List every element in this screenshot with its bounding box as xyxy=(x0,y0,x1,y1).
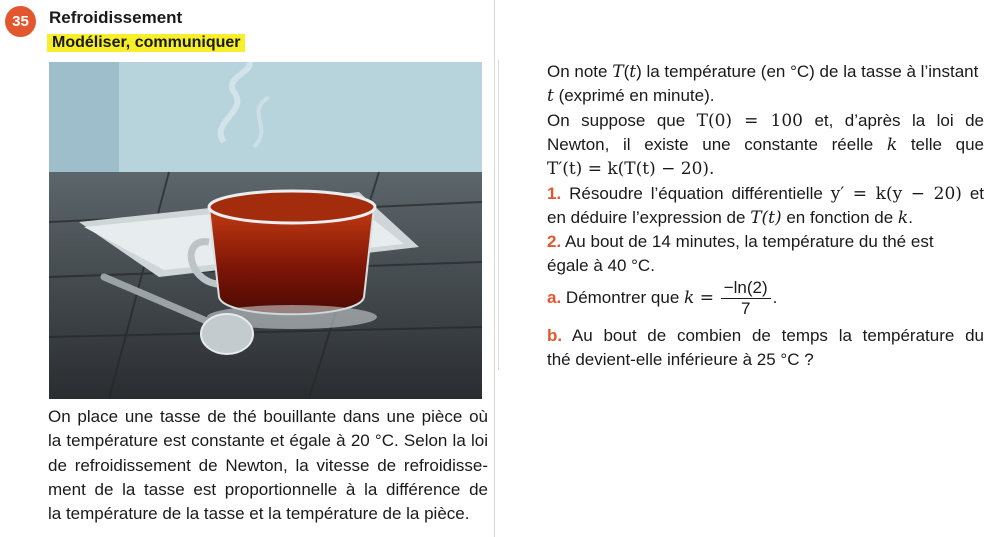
text: et xyxy=(961,184,985,203)
text: Au bout de combien de temps la températu… xyxy=(562,326,984,345)
math-k: k xyxy=(886,135,898,155)
math-fraction: −ln(2) 7 xyxy=(720,278,771,319)
exercise-introduction: On place une tasse de thé bouillante dan… xyxy=(48,405,488,526)
statement-line: T′(t) = k(T(t) − 20). xyxy=(547,159,984,179)
intro-line: la température est constante et égale à … xyxy=(48,431,488,451)
skill-highlight: Modéliser, communiquer xyxy=(47,34,246,52)
math-newton-equation: T′(t) = k(T(t) − 20). xyxy=(547,159,715,179)
intro-line: de refroidissement de Newton, la vitesse… xyxy=(48,455,488,475)
math-Tt: T(t) xyxy=(750,208,782,228)
statement-line: thé devient-elle inférieure à 25 °C ? xyxy=(547,350,984,370)
intro-line: ment de la tasse est proportionnelle à l… xyxy=(48,479,488,499)
text: en fonction de xyxy=(781,208,898,227)
text: telle que xyxy=(897,135,985,154)
intro-line: On place une tasse de thé bouillante dan… xyxy=(48,407,488,426)
question-2: 2. Au bout de 14 minutes, la température… xyxy=(547,232,984,252)
question-number: 2. xyxy=(547,232,562,251)
statement-line: On suppose que T(0) = 100 et, d’après la… xyxy=(547,111,984,131)
column-divider-right xyxy=(498,60,499,370)
statement-line: égale à 40 °C. xyxy=(547,256,984,276)
math-k: k xyxy=(897,208,909,228)
column-divider xyxy=(494,0,495,537)
exercise-number-badge: 35 xyxy=(5,6,36,37)
math-k-equals: k = xyxy=(684,287,714,308)
question-1: 1. Résoudre l’équation différentielle y′… xyxy=(547,184,984,204)
math-t: t xyxy=(547,86,554,106)
math-T: T xyxy=(612,62,624,82)
text: . xyxy=(908,208,913,227)
statement-line: en déduire l’expression de T(t) en fonct… xyxy=(547,208,984,228)
text: Résoudre l’équation différentielle xyxy=(561,184,831,203)
text: Au bout de 14 minutes, la température du… xyxy=(561,232,934,251)
question-2a: a. Démontrer que k = −ln(2) 7. xyxy=(547,278,984,319)
text: Newton, il existe une constante réelle xyxy=(547,135,887,154)
text: et, d’après la loi de xyxy=(803,111,985,130)
intro-line: la température de la tasse et la tempéra… xyxy=(48,504,470,524)
question-number: 1. xyxy=(547,184,562,203)
text: On suppose que xyxy=(547,111,697,130)
question-2b: b. Au bout de combien de temps la tempér… xyxy=(547,326,984,346)
text: égale à 40 °C. xyxy=(547,256,655,275)
fraction-denominator: 7 xyxy=(740,299,751,318)
question-number: b. xyxy=(547,326,563,345)
statement-line: t (exprimé en minute). xyxy=(547,86,984,106)
text: (exprimé en minute). xyxy=(553,86,715,105)
text: Démontrer que xyxy=(561,287,685,307)
text: en déduire l’expression de xyxy=(547,208,751,227)
text: . xyxy=(772,287,778,307)
math-t: t xyxy=(629,62,637,82)
math-initial-condition: T(0) = 100 xyxy=(696,111,803,131)
statement-line: On note T(t) la température (en °C) de l… xyxy=(547,62,979,82)
fraction-numerator: −ln(2) xyxy=(720,278,771,299)
math-differential-equation: y′ = k(y − 20) xyxy=(830,184,962,204)
exercise-title: Refroidissement xyxy=(49,8,183,27)
text: thé devient-elle inférieure à 25 °C ? xyxy=(547,350,814,369)
statement-line: Newton, il existe une constante réelle k… xyxy=(547,135,984,155)
text: la température (en °C) de la tasse à l’i… xyxy=(641,62,979,81)
tea-cup-photo xyxy=(49,62,482,399)
question-number: a. xyxy=(547,287,562,307)
text: On note xyxy=(547,62,613,81)
